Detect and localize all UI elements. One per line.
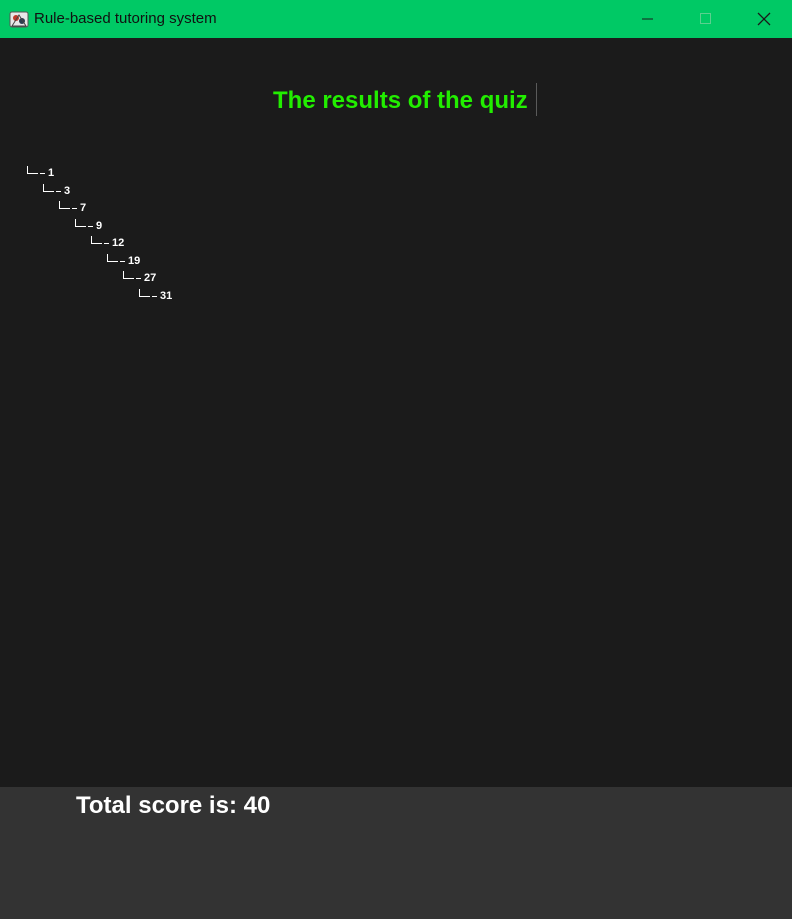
tree-item: 12: [90, 235, 124, 250]
score-panel: Total score is: 40: [0, 787, 792, 919]
tree-item-value: 27: [144, 272, 157, 284]
tree-branch-icon: [26, 165, 48, 177]
tree-item-value: 3: [64, 185, 71, 197]
tree-item-value: 31: [160, 290, 173, 302]
tree-branch-icon: [90, 235, 112, 247]
tree-item-value: 19: [128, 255, 141, 267]
app-window: Rule-based tutoring system The results o…: [0, 0, 792, 919]
text-caret: [536, 83, 537, 116]
tree-item: 7: [58, 200, 86, 215]
tree-item-value: 7: [80, 202, 87, 214]
tree-branch-icon: [138, 288, 160, 300]
tree-item-value: 1: [48, 167, 55, 179]
total-score-label: Total score is: 40: [76, 792, 271, 819]
tree-branch-icon: [122, 270, 144, 282]
title-bar[interactable]: Rule-based tutoring system: [0, 0, 792, 38]
minimize-button[interactable]: [618, 0, 676, 38]
close-icon: [757, 12, 771, 26]
tree-branch-icon: [58, 200, 80, 212]
minimize-icon: [642, 18, 653, 20]
page-title: The results of the quiz: [273, 87, 528, 114]
tree-item: 27: [122, 270, 156, 285]
tree-item: 1: [26, 165, 54, 180]
tree-branch-icon: [106, 253, 128, 265]
maximize-button[interactable]: [676, 0, 734, 38]
tree-item: 31: [138, 288, 172, 303]
window-title: Rule-based tutoring system: [34, 10, 217, 27]
tree-item-value: 12: [112, 237, 125, 249]
maximize-icon: [700, 13, 711, 24]
tree-branch-icon: [74, 218, 96, 230]
java-app-icon: [9, 9, 29, 29]
tree-item: 19: [106, 253, 140, 268]
close-button[interactable]: [734, 0, 792, 38]
tree-branch-icon: [42, 183, 64, 195]
results-panel: The results of the quiz 1 3 7 9 12 19 27: [0, 38, 792, 787]
tree-item: 3: [42, 183, 70, 198]
tree-item-value: 9: [96, 220, 103, 232]
tree-item: 9: [74, 218, 102, 233]
